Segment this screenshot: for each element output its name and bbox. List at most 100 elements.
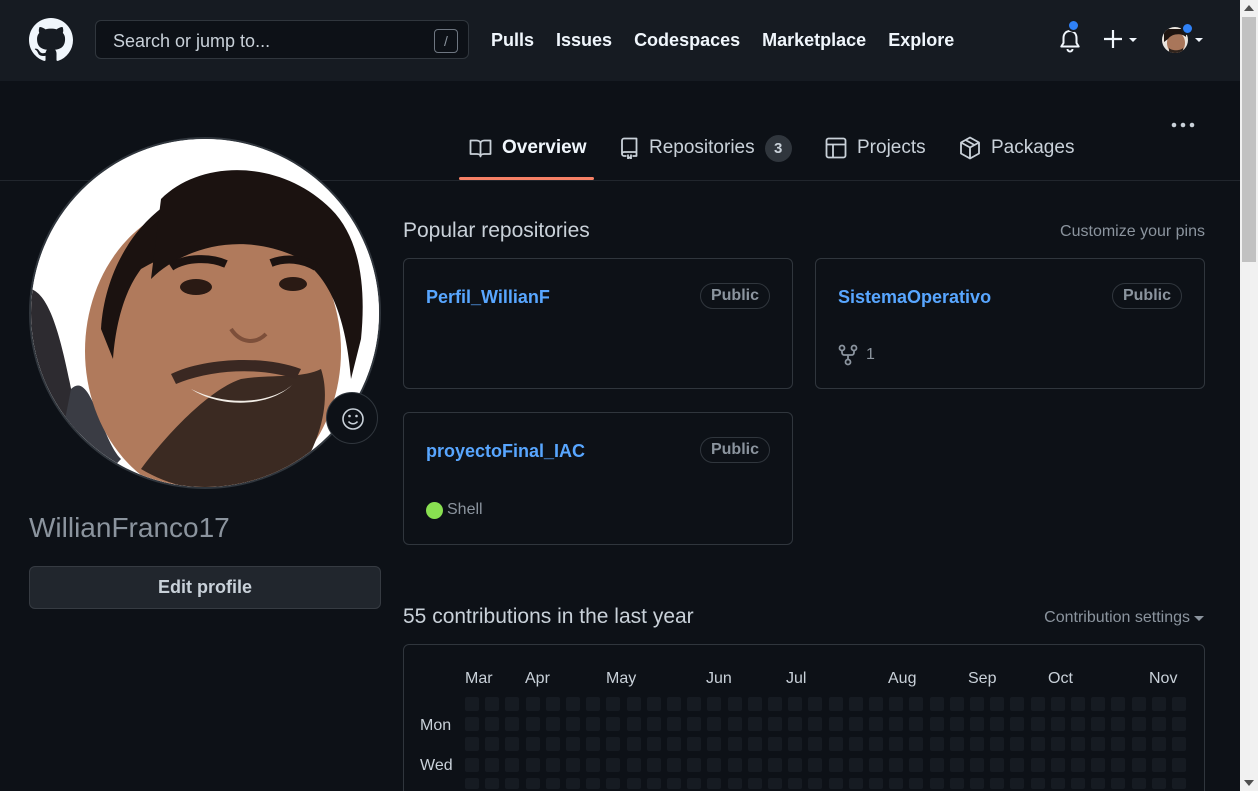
contribution-day-cell[interactable] — [990, 717, 1005, 732]
contribution-day-cell[interactable] — [929, 717, 944, 732]
contribution-day-cell[interactable] — [1151, 697, 1166, 711]
contribution-day-cell[interactable] — [1172, 757, 1186, 772]
contribution-day-cell[interactable] — [1131, 777, 1146, 789]
contribution-day-cell[interactable] — [525, 757, 540, 772]
contribution-day-cell[interactable] — [869, 777, 883, 789]
contribution-day-cell[interactable] — [1030, 717, 1045, 732]
contribution-day-cell[interactable] — [909, 757, 924, 772]
contribution-day-cell[interactable] — [465, 717, 479, 732]
contribution-day-cell[interactable] — [1131, 697, 1146, 711]
contribution-day-cell[interactable] — [465, 737, 479, 752]
contribution-day-cell[interactable] — [1131, 717, 1146, 732]
repo-link[interactable]: SistemaOperativo — [838, 287, 991, 308]
contribution-day-cell[interactable] — [1111, 717, 1126, 732]
contribution-day-cell[interactable] — [929, 737, 944, 752]
contribution-day-cell[interactable] — [1071, 757, 1085, 772]
contribution-day-cell[interactable] — [505, 777, 520, 789]
contribution-day-cell[interactable] — [768, 717, 782, 732]
contribution-day-cell[interactable] — [586, 757, 601, 772]
contribution-day-cell[interactable] — [626, 757, 641, 772]
contribution-day-cell[interactable] — [1071, 697, 1085, 711]
contribution-day-cell[interactable] — [949, 777, 964, 789]
contribution-day-cell[interactable] — [727, 737, 742, 752]
contribution-day-cell[interactable] — [586, 777, 601, 789]
notifications-button[interactable] — [1058, 19, 1082, 54]
contribution-day-cell[interactable] — [828, 737, 843, 752]
contribution-day-cell[interactable] — [687, 777, 702, 789]
contribution-day-cell[interactable] — [727, 717, 742, 732]
contribution-day-cell[interactable] — [485, 757, 500, 772]
contribution-day-cell[interactable] — [525, 717, 540, 732]
contribution-day-cell[interactable] — [1111, 757, 1126, 772]
contribution-day-cell[interactable] — [768, 777, 782, 789]
contribution-day-cell[interactable] — [646, 697, 661, 711]
contribution-day-cell[interactable] — [1111, 697, 1126, 711]
contribution-day-cell[interactable] — [727, 777, 742, 789]
contribution-day-cell[interactable] — [768, 697, 782, 711]
contribution-day-cell[interactable] — [1091, 737, 1106, 752]
contribution-day-cell[interactable] — [566, 737, 580, 752]
contribution-day-cell[interactable] — [606, 757, 621, 772]
contribution-day-cell[interactable] — [1172, 737, 1186, 752]
tab-packages[interactable]: Packages — [959, 133, 1074, 163]
contribution-day-cell[interactable] — [889, 737, 904, 752]
contribution-day-cell[interactable] — [566, 717, 580, 732]
nav-explore[interactable]: Explore — [888, 30, 954, 51]
contribution-day-cell[interactable] — [970, 697, 984, 711]
contribution-day-cell[interactable] — [566, 757, 580, 772]
contribution-day-cell[interactable] — [949, 697, 964, 711]
contribution-day-cell[interactable] — [465, 777, 479, 789]
contribution-day-cell[interactable] — [566, 777, 580, 789]
contribution-day-cell[interactable] — [909, 777, 924, 789]
contribution-day-cell[interactable] — [586, 717, 601, 732]
contribution-day-cell[interactable] — [505, 717, 520, 732]
tab-projects[interactable]: Projects — [825, 133, 926, 163]
repo-link[interactable]: Perfil_WillianF — [426, 287, 550, 308]
contribution-day-cell[interactable] — [485, 697, 500, 711]
contribution-day-cell[interactable] — [889, 757, 904, 772]
contribution-settings-dropdown[interactable]: Contribution settings — [1044, 609, 1205, 627]
contribution-day-cell[interactable] — [1151, 777, 1166, 789]
customize-pins-link[interactable]: Customize your pins — [1060, 223, 1205, 241]
contribution-day-cell[interactable] — [1131, 757, 1146, 772]
contribution-day-cell[interactable] — [889, 717, 904, 732]
contribution-day-cell[interactable] — [828, 717, 843, 732]
user-menu-button[interactable] — [1161, 22, 1203, 54]
contribution-day-cell[interactable] — [505, 737, 520, 752]
contribution-day-cell[interactable] — [828, 757, 843, 772]
contribution-day-cell[interactable] — [909, 717, 924, 732]
contribution-day-cell[interactable] — [808, 737, 823, 752]
contribution-day-cell[interactable] — [525, 737, 540, 752]
contribution-day-cell[interactable] — [970, 777, 984, 789]
contribution-day-cell[interactable] — [626, 777, 641, 789]
contribution-day-cell[interactable] — [990, 737, 1005, 752]
contribution-day-cell[interactable] — [869, 757, 883, 772]
contribution-day-cell[interactable] — [949, 737, 964, 752]
contribution-day-cell[interactable] — [1151, 757, 1166, 772]
contribution-day-cell[interactable] — [1151, 717, 1166, 732]
contribution-day-cell[interactable] — [788, 757, 803, 772]
contribution-day-cell[interactable] — [545, 757, 560, 772]
contribution-day-cell[interactable] — [1172, 697, 1186, 711]
contribution-day-cell[interactable] — [727, 757, 742, 772]
contribution-day-cell[interactable] — [646, 737, 661, 752]
contribution-day-cell[interactable] — [1010, 757, 1025, 772]
contribution-day-cell[interactable] — [505, 697, 520, 711]
contribution-day-cell[interactable] — [1091, 757, 1106, 772]
contribution-day-cell[interactable] — [687, 697, 702, 711]
contribution-day-cell[interactable] — [970, 757, 984, 772]
contribution-day-cell[interactable] — [949, 717, 964, 732]
tab-overview[interactable]: Overview — [469, 133, 587, 163]
contribution-day-cell[interactable] — [606, 697, 621, 711]
contribution-day-cell[interactable] — [586, 737, 601, 752]
scroll-down-arrow-icon[interactable] — [1244, 780, 1254, 786]
contribution-day-cell[interactable] — [525, 697, 540, 711]
contribution-day-cell[interactable] — [1050, 697, 1065, 711]
scroll-up-arrow-icon[interactable] — [1244, 5, 1254, 11]
contribution-day-cell[interactable] — [667, 697, 681, 711]
contribution-day-cell[interactable] — [889, 697, 904, 711]
contribution-day-cell[interactable] — [566, 697, 580, 711]
contribution-day-cell[interactable] — [909, 697, 924, 711]
contribution-day-cell[interactable] — [990, 777, 1005, 789]
contribution-day-cell[interactable] — [545, 717, 560, 732]
